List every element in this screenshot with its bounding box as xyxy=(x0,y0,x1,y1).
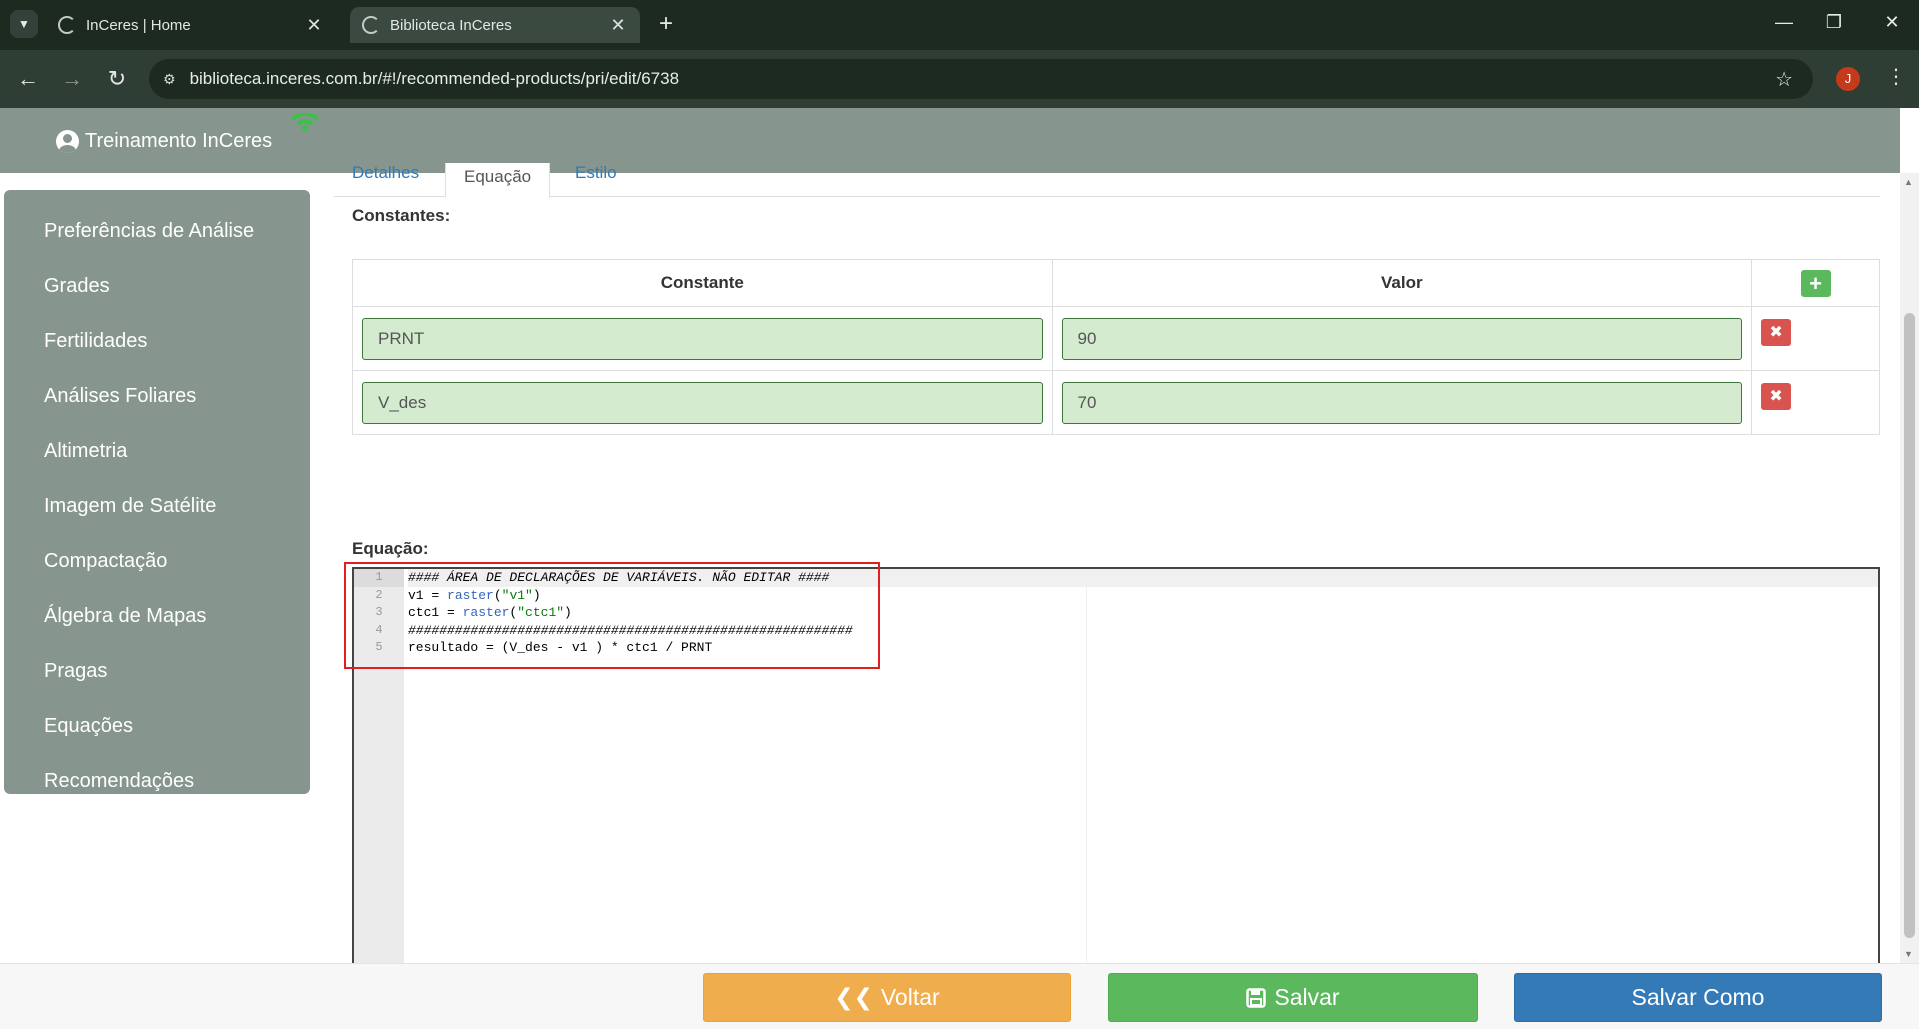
close-tab-icon[interactable]: ✕ xyxy=(608,15,628,36)
app-header: Treinamento InCeres xyxy=(0,108,1900,173)
constant-name-input[interactable] xyxy=(362,317,1043,360)
constant-name-input[interactable] xyxy=(362,381,1043,424)
add-column-header: + xyxy=(1751,259,1880,307)
close-tab-icon[interactable]: ✕ xyxy=(304,15,324,36)
user-name: Treinamento InCeres xyxy=(85,130,273,152)
restore-icon[interactable]: ❐ xyxy=(1822,12,1846,33)
forward-arrow-icon[interactable]: → xyxy=(58,65,86,93)
tab-equacao[interactable]: Equação xyxy=(445,163,551,198)
minimize-icon[interactable]: — xyxy=(1772,12,1796,33)
sidebar-item-grades[interactable]: Grades xyxy=(4,259,310,314)
constant-value-input[interactable] xyxy=(1061,317,1743,360)
constants-label: Constantes: xyxy=(352,206,451,225)
address-bar[interactable]: ⚙ biblioteca.inceres.com.br/#!/recommend… xyxy=(149,59,1813,99)
window-close-icon[interactable]: ✕ xyxy=(1880,12,1904,33)
save-as-button-label: Salvar Como xyxy=(1631,984,1765,1010)
browser-toolbar: ← → ↻ ⚙ biblioteca.inceres.com.br/#!/rec… xyxy=(0,50,1919,108)
back-button[interactable]: ❮❮ Voltar xyxy=(703,973,1071,1022)
site-settings-icon[interactable]: ⚙ xyxy=(163,71,176,88)
sidebar-item-recomendacoes[interactable]: Recomendações xyxy=(4,754,310,809)
row-actions-cell: ✖ xyxy=(1751,306,1880,371)
user-info[interactable]: Treinamento InCeres xyxy=(56,130,272,153)
constant-value-cell xyxy=(1051,306,1753,371)
reload-icon[interactable]: ↻ xyxy=(103,65,131,93)
sidebar-item-pragas[interactable]: Pragas xyxy=(4,644,310,699)
constant-value-cell xyxy=(1051,370,1753,435)
back-arrow-icon[interactable]: ← xyxy=(14,65,42,93)
action-footer: ❮❮ Voltar Salvar Salvar Como xyxy=(0,963,1919,1029)
delete-constant-button[interactable]: ✖ xyxy=(1761,383,1792,410)
page-scrollbar[interactable]: ▲ ▼ xyxy=(1900,173,1919,963)
table-row: ✖ xyxy=(352,370,1880,435)
column-header-valor: Valor xyxy=(1051,259,1753,307)
url-text[interactable]: biblioteca.inceres.com.br/#!/recommended… xyxy=(190,69,679,89)
scrollbar-thumb[interactable] xyxy=(1904,313,1915,938)
delete-constant-button[interactable]: ✖ xyxy=(1761,319,1792,346)
constant-name-cell xyxy=(352,370,1053,435)
table-header-row: Constante Valor + xyxy=(352,259,1880,307)
inceres-favicon-icon xyxy=(58,16,76,34)
new-tab-plus-icon[interactable]: + xyxy=(652,10,680,38)
user-circle-icon xyxy=(56,130,79,153)
scroll-up-arrow-icon[interactable]: ▲ xyxy=(1904,177,1913,187)
annotation-highlight-box xyxy=(344,562,880,669)
sidebar: Preferências de Análise Grades Fertilida… xyxy=(4,190,310,794)
floppy-disk-icon xyxy=(1246,987,1267,1008)
tab-estilo[interactable]: Estilo xyxy=(575,163,617,183)
bookmark-star-icon[interactable]: ☆ xyxy=(1775,67,1793,92)
sidebar-item-analises-foliares[interactable]: Análises Foliares xyxy=(4,369,310,424)
back-button-label: Voltar xyxy=(880,984,940,1010)
save-button[interactable]: Salvar xyxy=(1108,973,1478,1022)
inceres-favicon-icon xyxy=(362,16,380,34)
scroll-down-arrow-icon[interactable]: ▼ xyxy=(1904,949,1913,959)
browser-menu-icon[interactable]: ⋮ xyxy=(1886,64,1906,89)
equation-label: Equação: xyxy=(352,539,429,558)
save-button-label: Salvar xyxy=(1274,984,1340,1010)
constant-name-cell xyxy=(352,306,1053,371)
sidebar-item-algebra-mapas[interactable]: Álgebra de Mapas xyxy=(4,589,310,644)
sidebar-item-equacoes[interactable]: Equações xyxy=(4,699,310,754)
browser-tab-bar: ▼ InCeres | Home ✕ Biblioteca InCeres ✕ … xyxy=(0,0,1919,50)
profile-avatar[interactable]: J xyxy=(1836,67,1860,91)
sidebar-item-preferencias[interactable]: Preferências de Análise xyxy=(4,204,310,259)
sidebar-item-altimetria[interactable]: Altimetria xyxy=(4,424,310,479)
save-as-button[interactable]: Salvar Como xyxy=(1514,973,1882,1022)
tab-title: InCeres | Home xyxy=(86,16,191,34)
tab-title: Biblioteca InCeres xyxy=(390,16,512,34)
row-actions-cell: ✖ xyxy=(1751,370,1880,435)
browser-tab-home[interactable]: InCeres | Home ✕ xyxy=(46,7,336,43)
constants-table: Constante Valor + ✖ xyxy=(352,259,1880,435)
sidebar-item-compactacao[interactable]: Compactação xyxy=(4,534,310,589)
browser-tab-biblioteca[interactable]: Biblioteca InCeres ✕ xyxy=(350,7,640,43)
add-constant-button[interactable]: + xyxy=(1800,269,1831,297)
tab-search-chevron-icon[interactable]: ▼ xyxy=(10,10,38,38)
constant-value-input[interactable] xyxy=(1061,381,1743,424)
sidebar-item-imagem-satelite[interactable]: Imagem de Satélite xyxy=(4,479,310,534)
wifi-icon xyxy=(290,113,320,131)
table-row: ✖ xyxy=(352,306,1880,371)
double-chevron-left-icon: ❮❮ xyxy=(834,984,873,1010)
content-tabs: Detalhes Equação Estilo xyxy=(334,163,1880,198)
column-header-constante: Constante xyxy=(352,259,1053,307)
sidebar-item-fertilidades[interactable]: Fertilidades xyxy=(4,314,310,369)
tab-detalhes[interactable]: Detalhes xyxy=(352,163,419,183)
